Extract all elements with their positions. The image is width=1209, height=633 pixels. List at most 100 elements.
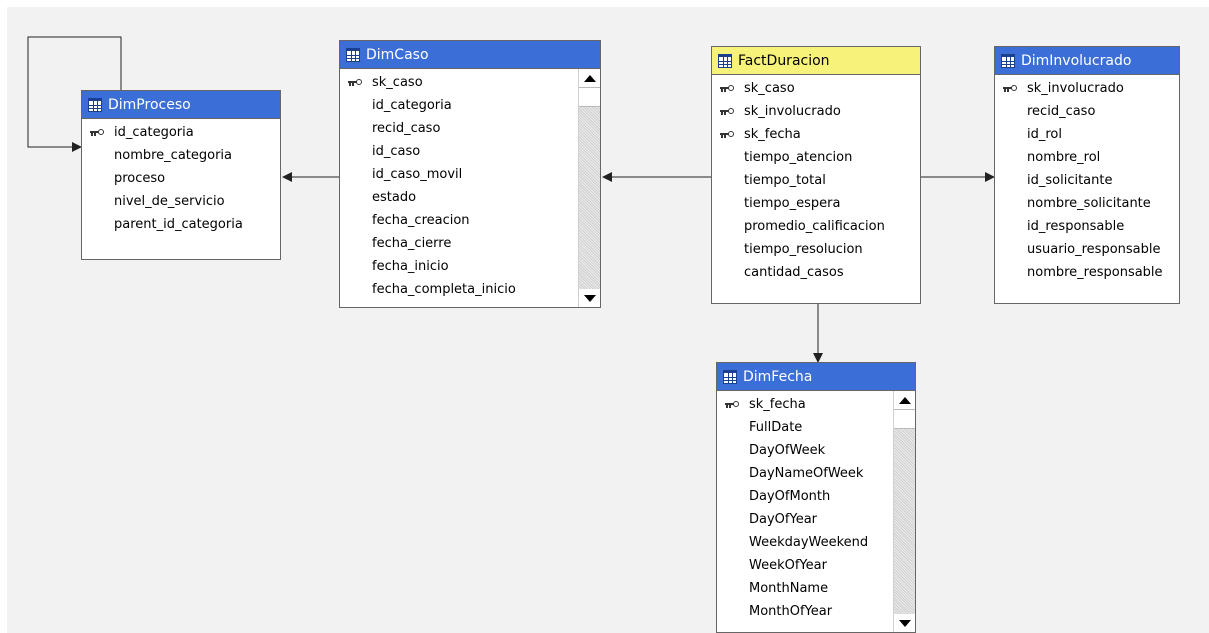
key-field-row[interactable]: sk_involucrado (712, 100, 920, 123)
scroll-down-button[interactable] (894, 614, 915, 632)
field-row[interactable]: WeekdayWeekend (717, 531, 915, 554)
field-row[interactable]: recid_caso (340, 117, 600, 140)
field-name: nombre_categoria (114, 148, 233, 163)
field-row[interactable]: DayNameOfWeek (717, 462, 915, 485)
table-header[interactable]: DimInvolucrado (995, 47, 1179, 75)
table-title: DimInvolucrado (1021, 52, 1132, 69)
key-field-row[interactable]: sk_fecha (712, 123, 920, 146)
table-dimcaso[interactable]: DimCaso sk_caso id_categoria recid_caso id_… (339, 40, 601, 308)
field-name: fecha_inicio (372, 259, 449, 274)
field-list: id_categoria nombre_categoriaproceso nivel… (82, 119, 280, 236)
field-row[interactable]: MonthOfYear (717, 600, 915, 623)
field-name: WeekdayWeekend (749, 535, 869, 550)
field-name: promedio_calificacion (744, 219, 885, 234)
primary-key-icon (348, 79, 362, 87)
field-name: sk_fecha (744, 127, 801, 142)
scroll-up-button[interactable] (894, 391, 915, 409)
primary-key-icon (1003, 85, 1017, 93)
field-name: DayOfWeek (749, 443, 826, 458)
field-row[interactable]: id_responsable (995, 215, 1179, 238)
scroll-thumb[interactable] (579, 87, 600, 107)
field-row[interactable]: proceso (82, 167, 280, 190)
table-factduracion[interactable]: FactDuracion sk_caso sk_involucrado sk_fec… (711, 46, 921, 304)
field-row[interactable]: usuario_responsable (995, 238, 1179, 261)
field-name: nivel_de_servicio (114, 194, 225, 209)
field-list: sk_caso sk_involucrado sk_fecha tiempo_aten… (712, 75, 920, 284)
table-header[interactable]: FactDuracion (712, 47, 920, 75)
scroll-down-button[interactable] (579, 289, 600, 307)
field-row[interactable]: nombre_solicitante (995, 192, 1179, 215)
field-row[interactable]: fecha_cierre (340, 232, 600, 255)
field-row[interactable]: nombre_responsable (995, 261, 1179, 284)
field-row[interactable]: nombre_rol (995, 146, 1179, 169)
table-grid-icon (88, 97, 102, 112)
table-dimfecha[interactable]: DimFecha sk_fecha FullDate DayOfWeek DayNam… (716, 362, 916, 633)
field-row[interactable]: tiempo_total (712, 169, 920, 192)
field-name: id_caso (372, 144, 421, 159)
field-row[interactable]: parent_id_categoria (82, 213, 280, 236)
field-name: sk_fecha (749, 397, 806, 412)
field-name: recid_caso (1027, 104, 1096, 119)
field-name: sk_caso (744, 81, 795, 96)
vertical-scrollbar[interactable] (893, 391, 915, 632)
field-name: recid_caso (372, 121, 441, 136)
field-row[interactable]: tiempo_resolucion (712, 238, 920, 261)
field-row[interactable]: nivel_de_servicio (82, 190, 280, 213)
field-row[interactable]: promedio_calificacion (712, 215, 920, 238)
field-row[interactable]: DayOfMonth (717, 485, 915, 508)
field-name: tiempo_resolucion (744, 242, 863, 257)
key-field-row[interactable]: sk_fecha (717, 393, 915, 416)
table-grid-icon (723, 369, 737, 384)
field-row[interactable]: FullDate (717, 416, 915, 439)
field-name: DayNameOfWeek (749, 466, 864, 481)
key-field-row[interactable]: id_categoria (82, 121, 280, 144)
field-name: DayOfMonth (749, 489, 831, 504)
field-name: fecha_creacion (372, 213, 470, 228)
vertical-scrollbar[interactable] (578, 69, 600, 307)
field-row[interactable]: fecha_creacion (340, 209, 600, 232)
field-name: tiempo_espera (744, 196, 841, 211)
field-row[interactable]: DayOfWeek (717, 439, 915, 462)
table-header[interactable]: DimCaso (340, 41, 600, 69)
field-name: id_solicitante (1027, 173, 1113, 188)
field-list: sk_involucrado recid_caso id_rol nombre_rol… (995, 75, 1179, 284)
field-row[interactable]: tiempo_atencion (712, 146, 920, 169)
field-row[interactable]: DayOfYear (717, 508, 915, 531)
field-name: nombre_rol (1027, 150, 1101, 165)
scroll-up-button[interactable] (579, 69, 600, 87)
scroll-thumb[interactable] (894, 409, 915, 429)
field-name: parent_id_categoria (114, 217, 243, 232)
field-row[interactable]: id_rol (995, 123, 1179, 146)
field-row[interactable]: id_caso (340, 140, 600, 163)
table-grid-icon (346, 47, 360, 62)
field-row[interactable]: tiempo_espera (712, 192, 920, 215)
table-diminvolucrado[interactable]: DimInvolucrado sk_involucrado recid_casoi… (994, 46, 1180, 304)
table-header[interactable]: DimProceso (82, 91, 280, 119)
primary-key-icon (720, 108, 734, 116)
key-field-row[interactable]: sk_caso (340, 71, 600, 94)
field-row[interactable]: fecha_inicio (340, 255, 600, 278)
field-name: sk_involucrado (1027, 81, 1124, 96)
field-row[interactable]: recid_caso (995, 100, 1179, 123)
field-name: FullDate (749, 420, 803, 435)
field-row[interactable]: id_categoria (340, 94, 600, 117)
field-row[interactable]: nombre_categoria (82, 144, 280, 167)
table-title: DimFecha (743, 368, 813, 385)
field-list: sk_caso id_categoria recid_caso id_caso id_c… (340, 69, 600, 301)
key-field-row[interactable]: sk_caso (712, 77, 920, 100)
field-row[interactable]: id_solicitante (995, 169, 1179, 192)
field-row[interactable]: id_caso_movil (340, 163, 600, 186)
scroll-down-arrow-icon (583, 294, 596, 302)
field-row[interactable]: cantidad_casos (712, 261, 920, 284)
field-row[interactable]: WeekOfYear (717, 554, 915, 577)
table-header[interactable]: DimFecha (717, 363, 915, 391)
diagram-canvas: DimProceso id_categoria nombre_categoriap… (7, 7, 1209, 633)
field-name: usuario_responsable (1027, 242, 1161, 257)
field-row[interactable]: MonthName (717, 577, 915, 600)
field-name: tiempo_atencion (744, 150, 853, 165)
field-row[interactable]: fecha_completa_inicio (340, 278, 600, 301)
scroll-up-arrow-icon (898, 396, 911, 404)
field-row[interactable]: estado (340, 186, 600, 209)
table-dimproceso[interactable]: DimProceso id_categoria nombre_categoriap… (81, 90, 281, 260)
key-field-row[interactable]: sk_involucrado (995, 77, 1179, 100)
